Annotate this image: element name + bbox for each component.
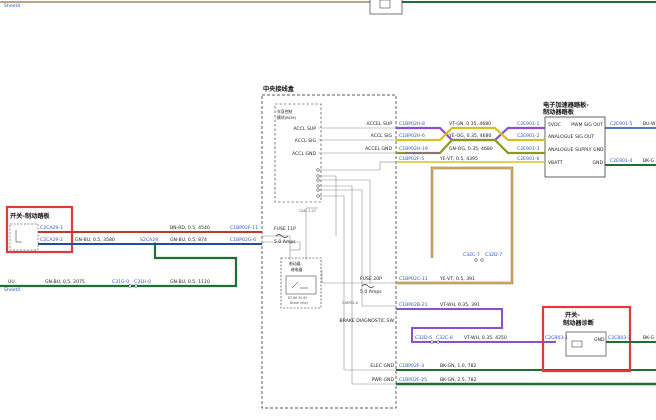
- bcm-side-pins: [316, 168, 320, 198]
- central-junction-box: [261, 94, 397, 409]
- wire-green-left-spec2: GN-BU, 0.5, 1110: [170, 279, 210, 285]
- small-note-2: C1BP02-8: [342, 301, 358, 305]
- wire-accel-sig-spec: YE-OG, 0.35, 4680: [448, 133, 492, 139]
- switch-right-title-2: 制动器诊断: [563, 319, 595, 327]
- central-internal-wires: [262, 127, 396, 385]
- wire-vt-wh-1-spec: VT-WH, 0.35, 391: [440, 302, 480, 308]
- switch-right-contact: [571, 340, 583, 348]
- switch-right-pin-gnd: GND: [594, 337, 605, 343]
- fuse2-symbol: [361, 284, 375, 288]
- wire-green-left-mid1[interactable]: C31G-0: [112, 279, 129, 285]
- fuse2-rating: 5.0 Amps: [360, 289, 382, 295]
- wire-pwr-gnd-left[interactable]: C1BP02F-25: [399, 377, 427, 383]
- bcm-pin-accl-gnd: ACCL GND: [292, 151, 316, 157]
- relay-coil: [285, 275, 317, 295]
- pedal-pin-vbatt: VBATT: [548, 160, 563, 166]
- pedal-pin-analog-gnd: ANALOGUE SUPPLY GND: [548, 147, 604, 153]
- wire-pedal-out1-label[interactable]: C2E901-5: [610, 121, 632, 127]
- wiring-diagram: Sheet4 中央接线盒 车身控制 模块(BCM) ACCL SUP ACCL …: [0, 0, 656, 409]
- wire-elec-gnd-left[interactable]: C1BP02F-3: [399, 363, 424, 369]
- sheet-ref-top[interactable]: Sheet4: [4, 3, 20, 9]
- wire-vbatt-right[interactable]: C2E901-6: [517, 156, 539, 162]
- label-accel-gnd: ACCEL GND: [365, 146, 392, 152]
- wire-ye-vt-loop: [396, 166, 514, 285]
- switch-right-title-1: 开关-: [565, 311, 580, 319]
- bcm-pin-accl-sup: ACCL SUP: [293, 126, 316, 132]
- wire-accel-sup-right[interactable]: C2E901-1: [517, 121, 539, 127]
- wire-pwr-gnd-spec: BK-GN, 2.5, 782: [440, 377, 476, 383]
- small-note-1: C2AC 1-CY: [299, 209, 316, 213]
- wire-ye-vt-left[interactable]: C1BP02C-11: [399, 276, 428, 282]
- pedal-pin-pwm: PWM SIG OUT: [571, 122, 603, 128]
- bcm-title-1: 车身控制: [277, 109, 292, 114]
- wire-green-left-spec: GN-BU, 0.5, 2075: [45, 279, 85, 285]
- wire-accel-sup-left[interactable]: C1BP02H-8: [399, 121, 425, 127]
- wire-ye-vt-joint1[interactable]: C32C-7: [463, 252, 480, 258]
- wire-vt-wh-2-j2[interactable]: C32C-6: [436, 335, 453, 341]
- wire-switch-blue-spec2: GN-BU, 0.5, 874: [170, 237, 207, 243]
- wire-accel-gnd-left[interactable]: C1BP02H-19: [399, 146, 428, 152]
- switch-left-title: 开关-制动踏板: [10, 212, 51, 220]
- wire-switch-red-right[interactable]: C1BP02F-11: [230, 225, 258, 231]
- relay-title-1: 制动器-: [289, 261, 302, 266]
- bcm-pin-accl-sig: ACCL SIG: [295, 138, 317, 144]
- wire-vbatt-left[interactable]: C1BP02F-5: [399, 156, 424, 162]
- wire-switch-red-conn[interactable]: C2CA29-1: [40, 225, 63, 231]
- wire-switch-right-out-spec: BK-G: [643, 335, 655, 341]
- fuse1-label: FUSE 11P: [274, 226, 296, 232]
- wire-switch-blue-right[interactable]: C1BP02G-6: [230, 237, 256, 243]
- wire-accel-sig-left[interactable]: C1BP02H-6: [399, 133, 425, 139]
- wire-vt-wh-2-spec: VT-WH, 0.35, 4250: [464, 335, 507, 341]
- wire-switch-red-spec: BN-RD, 0.5, 4540: [170, 225, 210, 231]
- wire-ye-vt-joint2[interactable]: C32D-7: [485, 252, 502, 258]
- top-partial-module: Sheet4: [0, 0, 656, 15]
- wire-vt-wh-2-j1[interactable]: C32D-6: [415, 335, 432, 341]
- label-brake-diag: BRAKE DIAGNOSTIC SW: [340, 318, 395, 324]
- wire-switch-blue-spec: GN-BU, 0.5, 3580: [75, 237, 115, 243]
- pedal-title-1: 电子加速器踏板-: [543, 101, 589, 109]
- wire-vbatt-spec: YE-VT, 0.5, 4395: [439, 156, 478, 162]
- wire-accel-sup-spec: VT-GN, 0.35, 4680: [449, 121, 491, 127]
- wire-ye-vt-spec: YE-VT, 0.5, 391: [439, 276, 475, 282]
- bcm-title-2: 模块(BCM): [277, 115, 297, 120]
- label-accel-sup: ACCEL SUP: [367, 121, 393, 127]
- wire-switch-blue-mid[interactable]: S2CA29: [140, 237, 158, 243]
- wire-vt-wh-1-left[interactable]: C1BP02B-21: [399, 302, 428, 308]
- wire-switch-right-out-label[interactable]: C2CB03-2: [608, 335, 631, 341]
- pedal-title-2: 制动器踏板: [543, 108, 575, 116]
- wire-pedal-out1-spec: BU-W: [643, 121, 656, 127]
- label-elec-gnd: ELEC GND: [370, 363, 394, 369]
- wire-vt-wh-2-right[interactable]: C2CB03-1: [545, 335, 568, 341]
- relay-title-2: 继电器: [291, 267, 303, 272]
- fuse2-label: FUSE 20P: [360, 276, 382, 282]
- wire-accel-sig-right[interactable]: C2E901-2: [517, 133, 539, 139]
- relay-note: Brake relay: [290, 301, 308, 305]
- relay-contact-label: 87 86 30 85: [288, 296, 307, 300]
- central-junction-title: 中央接线盒: [263, 85, 295, 93]
- fuse1-rating: 5.0 Amps: [274, 239, 296, 245]
- pedal-pin-analog-sig: ANALOGUE SIG OUT: [548, 134, 594, 140]
- wire-switch-blue-conn[interactable]: C2CA29-2: [40, 237, 63, 243]
- pedal-pin-gnd: GND: [592, 160, 603, 166]
- wire-accel-gnd-spec: GN-OG, 0.35, 4680: [449, 146, 493, 152]
- label-accl-sig: ACCL SIG: [371, 133, 393, 139]
- wire-accel-gnd-right[interactable]: C2E901-3: [517, 146, 539, 152]
- label-pwr-gnd: PWR GND: [372, 377, 395, 383]
- wire-elec-gnd-spec: BK-GN, 1.0, 782: [440, 363, 476, 369]
- pedal-pin-5vdc: 5VDC: [548, 122, 561, 128]
- wire-pedal-out2-label[interactable]: C2E901-4: [610, 158, 632, 164]
- relay-contact: [291, 281, 308, 289]
- switch-left-body: [9, 223, 39, 251]
- sheet-ref-left[interactable]: Sheet4: [4, 287, 20, 293]
- wire-pedal-out2-spec: BK-G: [643, 158, 655, 164]
- wire-green-left-conn: UU: [8, 279, 15, 285]
- switch-left-contact: [15, 230, 22, 243]
- wire-green-left-mid2[interactable]: C31H-0: [134, 279, 151, 285]
